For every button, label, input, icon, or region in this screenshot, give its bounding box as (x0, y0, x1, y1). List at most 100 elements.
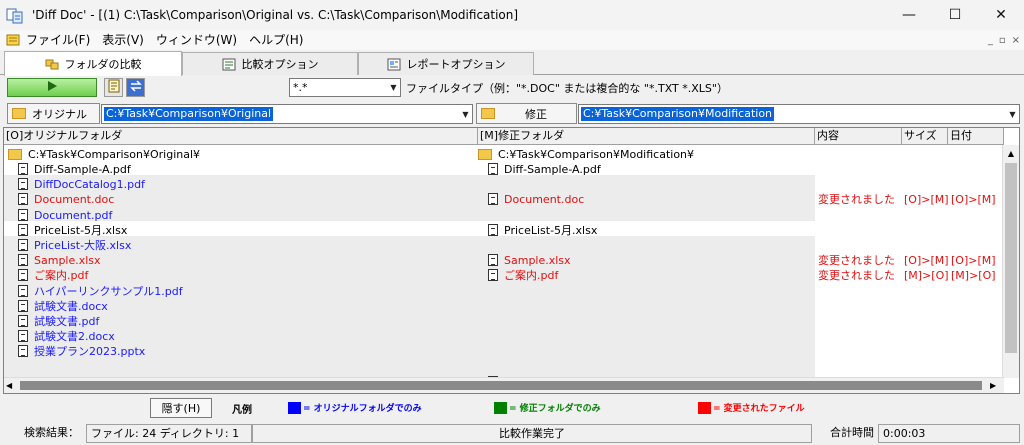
folder-open-icon (481, 108, 495, 119)
file-icon (18, 209, 28, 221)
file-filter-value: *.* (293, 81, 308, 94)
size-compare: [O]>[M] (904, 193, 949, 206)
folder-icon (8, 149, 22, 160)
horizontal-scrollbar[interactable]: ◀ ▶ (4, 377, 1004, 393)
modified-path-value: C:¥Task¥Comparison¥Modification (581, 107, 775, 121)
legend-title: 凡例 (232, 405, 252, 416)
scroll-left-icon[interactable]: ◀ (6, 379, 18, 392)
mdi-restore-button[interactable]: ▫ (999, 35, 1006, 46)
scroll-thumb[interactable] (1005, 163, 1017, 353)
file-icon (488, 254, 498, 266)
column-original[interactable]: [O]オリジナルフォルダ (4, 128, 478, 145)
status-label: 検索結果： (20, 424, 86, 443)
tab-label: フォルダの比較 (64, 58, 142, 71)
mdi-close-button[interactable]: × (1012, 35, 1020, 46)
original-root-path: C:¥Task¥Comparison¥Original¥ (28, 148, 201, 161)
date-compare: [O]>[M] (951, 193, 996, 206)
file-name: Diff-Sample-A.pdf (34, 163, 131, 176)
file-name: PriceList-5月.xlsx (504, 224, 598, 237)
hide-button[interactable]: 隠す(H) (150, 398, 212, 418)
report-icon (387, 58, 401, 71)
file-type-hint: ファイルタイプ（例："*.DOC" または複合的な "*.TXT *.XLS"） (406, 82, 728, 95)
file-name: ご案内.pdf (504, 269, 559, 282)
modified-folder-button[interactable]: 修正 (476, 103, 577, 124)
tab-report-options[interactable]: レポートオプション (358, 52, 534, 75)
menu-window[interactable]: ウィンドウ(W) (150, 30, 243, 50)
tab-compare-options[interactable]: 比較オプション (182, 52, 358, 75)
scroll-up-icon[interactable]: ▲ (1004, 147, 1018, 161)
window-title: 'Diff Doc' - [(1) C:\Task\Comparison\Ori… (32, 8, 519, 22)
chevron-down-icon[interactable]: ▼ (387, 79, 400, 96)
menu-help[interactable]: ヘルプ(H) (243, 30, 309, 50)
content-status: 変更されました (818, 254, 895, 267)
file-name: 試験文書.docx (34, 300, 108, 313)
status-time-value: 0:00:03 (878, 424, 1020, 443)
swap-button[interactable] (126, 78, 145, 97)
file-name: PriceList-大阪.xlsx (34, 239, 132, 252)
original-folder-button[interactable]: オリジナル (7, 103, 100, 124)
tab-label: レポートオプション (406, 58, 506, 71)
menu-view[interactable]: 表示(V) (96, 30, 150, 50)
chevron-down-icon[interactable]: ▼ (459, 105, 472, 123)
column-size[interactable]: サイズ (902, 128, 948, 145)
tab-bar: フォルダの比較 比較オプション レポートオプション (0, 51, 1024, 76)
file-icon (18, 269, 28, 281)
content-status: 変更されました (818, 269, 895, 282)
mdi-minimize-button[interactable]: _ (988, 35, 993, 46)
file-name: Sample.xlsx (504, 254, 571, 267)
date-compare: [M]>[O] (951, 269, 996, 282)
modified-label: 修正 (525, 107, 547, 121)
size-compare: [O]>[M] (904, 254, 949, 267)
swap-icon (129, 79, 143, 96)
legend-swatch-green (494, 401, 507, 414)
file-icon (18, 330, 28, 342)
title-bar: 'Diff Doc' - [(1) C:\Task\Comparison\Ori… (0, 0, 1024, 30)
status-time-label: 合計時間 (812, 424, 878, 443)
file-name: 試験文書.pdf (34, 315, 100, 328)
column-modified[interactable]: [M]修正フォルダ (478, 128, 815, 145)
file-icon (18, 239, 28, 251)
status-bar: 検索結果： ファイル: 24 ディレクトリ: 1 比較作業完了 合計時間 0:0… (0, 422, 1024, 445)
file-name: Diff-Sample-A.pdf (504, 163, 601, 176)
legend-original-only: = オリジナルフォルダでのみ (288, 401, 422, 414)
close-button[interactable]: ✕ (978, 0, 1024, 30)
folder-open-icon (12, 108, 26, 119)
file-icon (18, 300, 28, 312)
minimize-button[interactable]: — (886, 0, 932, 30)
folder-icon (478, 149, 492, 160)
legend-swatch-red (698, 401, 711, 414)
size-compare: [M]>[O] (904, 269, 949, 282)
file-icon (488, 269, 498, 281)
tab-folder-compare[interactable]: フォルダの比較 (4, 51, 182, 76)
column-content[interactable]: 内容 (815, 128, 902, 145)
document-icon (6, 34, 20, 46)
toolbar: *.* ▼ ファイルタイプ（例："*.DOC" または複合的な "*.TXT *… (0, 77, 1024, 99)
modified-path-combo[interactable]: C:¥Task¥Comparison¥Modification ▼ (578, 104, 1020, 124)
vertical-scrollbar[interactable]: ▲ (1002, 145, 1019, 378)
file-name: Document.pdf (34, 209, 113, 222)
file-name: Sample.xlsx (34, 254, 101, 267)
report-button[interactable] (104, 78, 123, 97)
scroll-thumb[interactable] (20, 381, 982, 390)
run-compare-button[interactable] (7, 78, 97, 97)
column-date[interactable]: 日付 (948, 128, 1004, 145)
legend-modified-only: = 修正フォルダでのみ (494, 401, 601, 414)
maximize-button[interactable]: ☐ (932, 0, 978, 30)
status-message: 比較作業完了 (252, 424, 812, 443)
file-icon (18, 224, 28, 236)
file-name: ハイパーリンクサンプル1.pdf (34, 285, 183, 298)
file-name: Document.doc (504, 193, 585, 206)
menu-file[interactable]: ファイル(F) (20, 30, 96, 50)
comparison-grid[interactable]: [O]オリジナルフォルダ [M]修正フォルダ 内容 サイズ 日付 C:¥Task… (3, 127, 1020, 394)
tab-label: 比較オプション (241, 58, 319, 71)
options-icon (222, 58, 236, 71)
mdi-controls: _ ▫ × (988, 30, 1020, 50)
legend-original-only-text: = オリジナルフォルダでのみ (303, 404, 422, 414)
chevron-down-icon[interactable]: ▼ (1006, 105, 1019, 123)
content-status: 変更されました (818, 193, 895, 206)
scroll-right-icon[interactable]: ▶ (990, 379, 1002, 392)
original-path-combo[interactable]: C:¥Task¥Comparison¥Original ▼ (101, 104, 473, 124)
file-filter-combo[interactable]: *.* ▼ (289, 78, 401, 97)
app-icon (6, 6, 24, 24)
file-icon (18, 193, 28, 205)
